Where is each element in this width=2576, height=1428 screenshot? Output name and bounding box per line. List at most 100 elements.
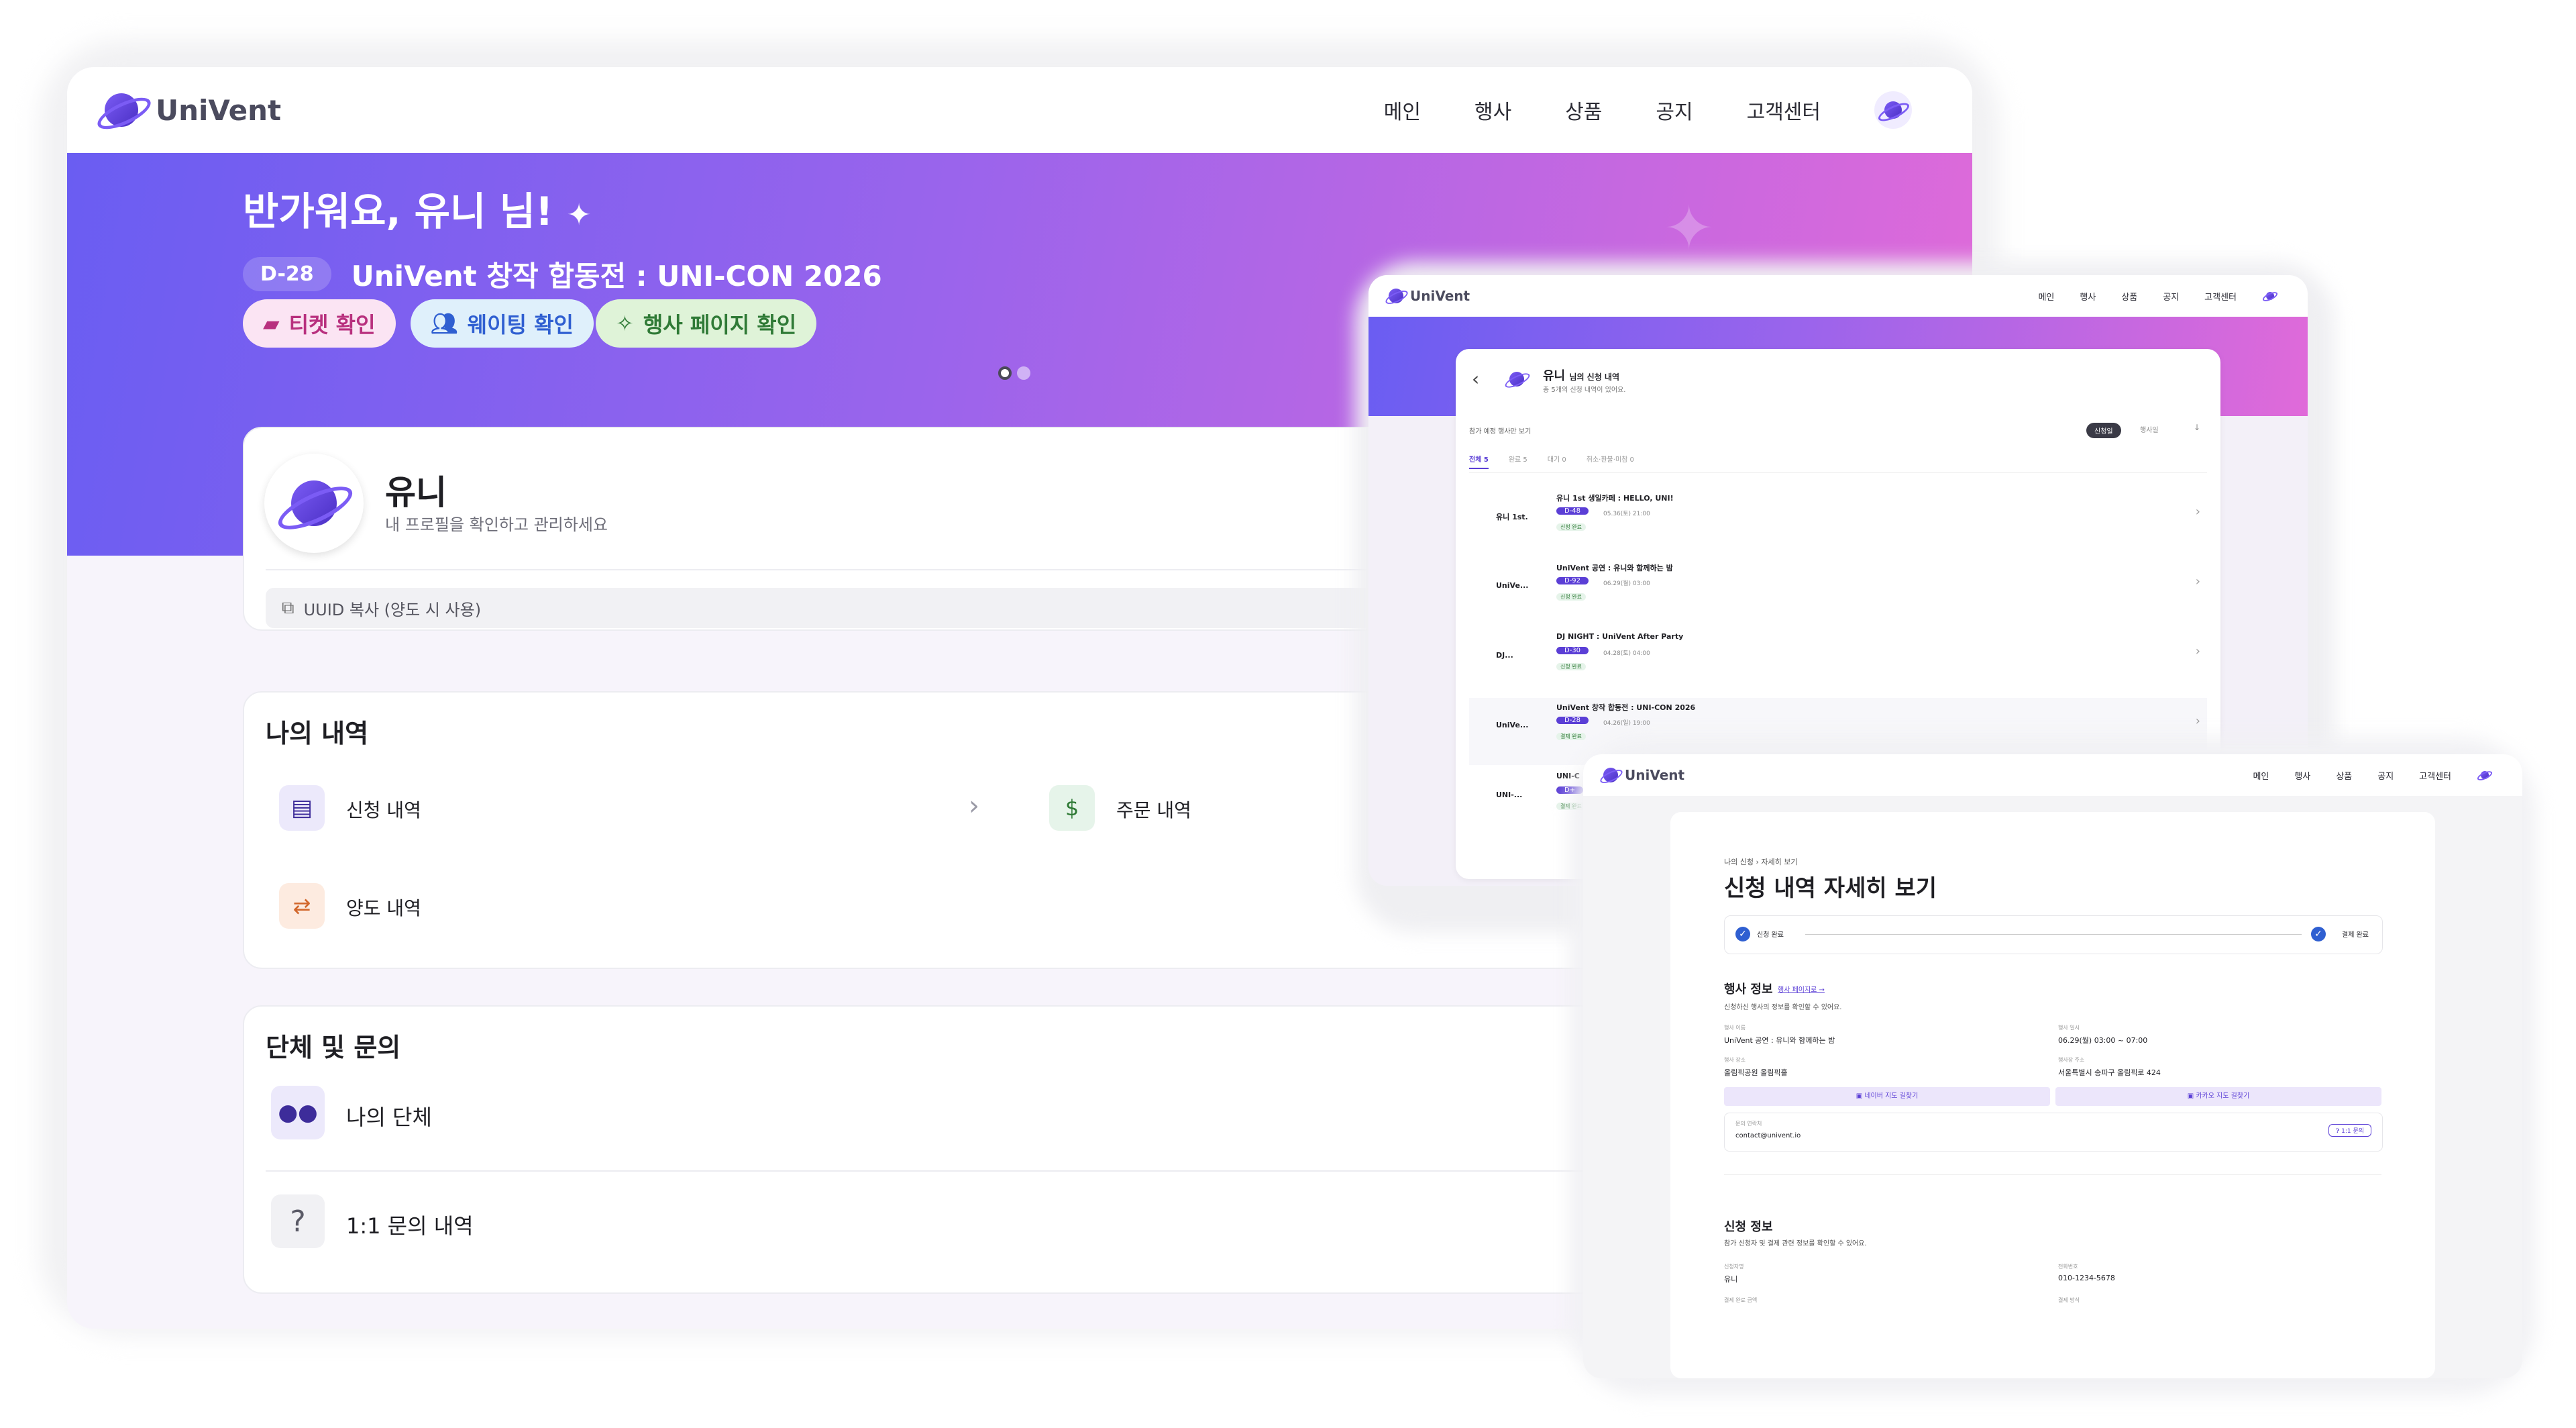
map-icon: ▣ bbox=[1856, 1092, 1865, 1100]
waiting-check-button[interactable]: 👥︎ 웨이팅 확인 bbox=[411, 299, 594, 348]
question-icon: ? bbox=[271, 1194, 325, 1248]
event-date-label: 행사 일시 bbox=[2058, 1025, 2080, 1031]
event-date-value: 06.29(월) 03:00 ~ 07:00 bbox=[2058, 1036, 2148, 1045]
list-navbar: UniVent 메인 행사 상품 공지 고객센터 bbox=[1368, 275, 2308, 317]
breadcrumb-my-apply[interactable]: 나의 신청 bbox=[1724, 858, 1754, 866]
row-status: 결제 완료 bbox=[1556, 733, 1586, 740]
detail-nav-notice[interactable]: 공지 bbox=[2377, 769, 2394, 782]
detail-nav-main[interactable]: 메인 bbox=[2253, 769, 2269, 782]
download-icon[interactable]: ↓ bbox=[2194, 423, 2200, 432]
list-menu: 메인 행사 상품 공지 고객센터 bbox=[2038, 288, 2279, 304]
list-nav-main[interactable]: 메인 bbox=[2038, 290, 2054, 303]
list-nav-support[interactable]: 고객센터 bbox=[2204, 290, 2237, 303]
phone-value: 010-1234-5678 bbox=[2058, 1274, 2115, 1282]
list-row[interactable]: 유니 1st. 유니 1st 생일카페 : HELLO, UNI! D-48 0… bbox=[1469, 489, 2207, 556]
row-chevron-icon[interactable]: › bbox=[2196, 714, 2200, 728]
row-chevron-icon[interactable]: › bbox=[2196, 574, 2200, 589]
address-label: 행사장 주소 bbox=[2058, 1057, 2085, 1063]
detail-brand-name: UniVent bbox=[1625, 767, 1685, 783]
detail-avatar-icon[interactable] bbox=[2476, 767, 2493, 783]
row-dday: D-48 bbox=[1556, 507, 1589, 515]
apply-info-title: 신청 정보 bbox=[1724, 1220, 1773, 1234]
breadcrumb-detail: 자세히 보기 bbox=[1761, 858, 1798, 866]
detail-nav-products[interactable]: 상품 bbox=[2336, 769, 2352, 782]
event-page-button[interactable]: ✧ 행사 페이지 확인 bbox=[596, 299, 817, 348]
carousel-dot-active[interactable] bbox=[998, 366, 1012, 380]
brand-logo[interactable]: UniVent bbox=[93, 87, 282, 136]
planet-logo-icon bbox=[93, 87, 155, 136]
inquiry-button[interactable]: ❓︎ 1:1 문의 bbox=[2328, 1124, 2371, 1137]
sort-apply-button[interactable]: 신청일 bbox=[2086, 423, 2121, 438]
brand-name: UniVent bbox=[156, 93, 282, 127]
event-page-link[interactable]: 행사 페이지로 → bbox=[1778, 984, 1825, 994]
carousel-dot[interactable] bbox=[1017, 366, 1030, 380]
transfer-icon: ⇄ bbox=[279, 883, 325, 929]
payment-method-label: 결제 방식 bbox=[2058, 1297, 2080, 1303]
my-group-link[interactable]: 나의 단체 bbox=[346, 1101, 432, 1131]
detail-nav-support[interactable]: 고객센터 bbox=[2419, 769, 2451, 782]
inquiry-link[interactable]: 1:1 문의 내역 bbox=[346, 1209, 474, 1240]
detail-window: UniVent 메인 행사 상품 공지 고객센터 나의 신청 › 자세히 보기 … bbox=[1583, 754, 2522, 1378]
upcoming-filter-link[interactable]: 참가 예정 행사만 보기 bbox=[1469, 425, 1531, 436]
nav-events[interactable]: 행사 bbox=[1474, 95, 1511, 125]
row-status: 신청 완료 bbox=[1556, 663, 1586, 670]
progress-steps: ✓ 신청 완료 ✓ 결제 완료 bbox=[1724, 915, 2383, 954]
tab-complete[interactable]: 완료 5 bbox=[1509, 454, 1527, 469]
list-subtitle: 총 5개의 신청 내역이 있어요. bbox=[1543, 387, 1626, 394]
row-date: 05.36(토) 21:00 bbox=[1603, 511, 1650, 517]
address-value: 서울특별시 송파구 올림픽로 424 bbox=[2058, 1068, 2161, 1077]
list-nav-events[interactable]: 행사 bbox=[2080, 290, 2096, 303]
hero-event-title: UniVent 창작 합동전 : UNI-CON 2026 bbox=[351, 260, 882, 293]
tabs-divider bbox=[1469, 472, 2207, 473]
history-transfer[interactable]: 양도 내역 bbox=[346, 894, 421, 921]
chevron-right-icon[interactable]: › bbox=[969, 790, 979, 821]
detail-breadcrumb: 나의 신청 › 자세히 보기 bbox=[1724, 856, 1798, 867]
list-nav-notice[interactable]: 공지 bbox=[2163, 290, 2179, 303]
nav-notice[interactable]: 공지 bbox=[1656, 95, 1693, 125]
avatar-icon[interactable] bbox=[1874, 91, 1912, 129]
profile-subtitle: 내 프로필을 확인하고 관리하세요 bbox=[385, 515, 608, 534]
venue-label: 행사 장소 bbox=[1724, 1057, 1746, 1063]
row-chevron-icon[interactable]: › bbox=[2196, 505, 2200, 519]
list-planet-icon bbox=[1383, 286, 1410, 307]
step-check-icon: ✓ bbox=[2311, 927, 2326, 941]
tab-all[interactable]: 전체 5 bbox=[1469, 454, 1489, 469]
row-title: UniVent 창작 합동전 : UNI-CON 2026 bbox=[1556, 703, 1696, 712]
detail-nav-events[interactable]: 행사 bbox=[2294, 769, 2310, 782]
tab-cancelled[interactable]: 취소·환불·미참 0 bbox=[1587, 454, 1634, 469]
back-arrow-icon[interactable]: ‹ bbox=[1472, 368, 1479, 390]
detail-planet-icon bbox=[1598, 765, 1625, 786]
nav-support[interactable]: 고객센터 bbox=[1747, 95, 1821, 125]
detail-brand-logo[interactable]: UniVent bbox=[1598, 765, 1685, 786]
row-status: 신청 완료 bbox=[1556, 593, 1586, 601]
row-chevron-icon[interactable]: › bbox=[2196, 644, 2200, 658]
carousel-dots[interactable] bbox=[998, 366, 1030, 380]
history-orders[interactable]: 주문 내역 bbox=[1116, 796, 1191, 823]
ticket-check-button[interactable]: ▰ 티켓 확인 bbox=[243, 299, 396, 348]
list-nav-products[interactable]: 상품 bbox=[2121, 290, 2137, 303]
nav-products[interactable]: 상품 bbox=[1565, 95, 1602, 125]
detail-menu: 메인 행사 상품 공지 고객센터 bbox=[2253, 767, 2493, 783]
detail-title: 신청 내역 자세히 보기 bbox=[1724, 875, 1937, 902]
list-row[interactable]: UniVe... UniVent 공연 : 유니와 함께하는 밤 D-92 06… bbox=[1469, 558, 2207, 625]
applicant-value: 유니 bbox=[1724, 1275, 1738, 1284]
history-application[interactable]: 신청 내역 bbox=[346, 796, 421, 823]
row-title: UniVent 공연 : 유니와 함께하는 밤 bbox=[1556, 564, 1673, 572]
contact-value: contact@univent.io bbox=[1735, 1132, 1801, 1139]
nav-main[interactable]: 메인 bbox=[1384, 95, 1421, 125]
list-row[interactable]: DJ... DJ NIGHT : UniVent After Party D-3… bbox=[1469, 628, 2207, 695]
row-status: 신청 완료 bbox=[1556, 523, 1586, 531]
row-title: DJ NIGHT : UniVent After Party bbox=[1556, 632, 1684, 641]
inquiry-icon: ❓︎ bbox=[2335, 1128, 2342, 1135]
copy-icon: ⧉ bbox=[282, 597, 294, 618]
hero-greeting: 반가워요, 유니 님! ✦ bbox=[243, 189, 592, 234]
sort-event-button[interactable]: 행사일 bbox=[2140, 424, 2159, 434]
tab-waiting[interactable]: 대기 0 bbox=[1548, 454, 1566, 469]
kakao-map-button[interactable]: ▣ 카카오 지도 길찾기 bbox=[2055, 1087, 2381, 1106]
section-divider bbox=[1724, 1174, 2381, 1175]
naver-map-button[interactable]: ▣ 네이버 지도 길찾기 bbox=[1724, 1087, 2050, 1106]
main-navbar: UniVent 메인 행사 상품 공지 고객센터 bbox=[67, 67, 1972, 153]
list-brand-logo[interactable]: UniVent bbox=[1383, 286, 1470, 307]
step-line bbox=[1805, 934, 2302, 935]
list-avatar-icon[interactable] bbox=[2261, 288, 2279, 304]
